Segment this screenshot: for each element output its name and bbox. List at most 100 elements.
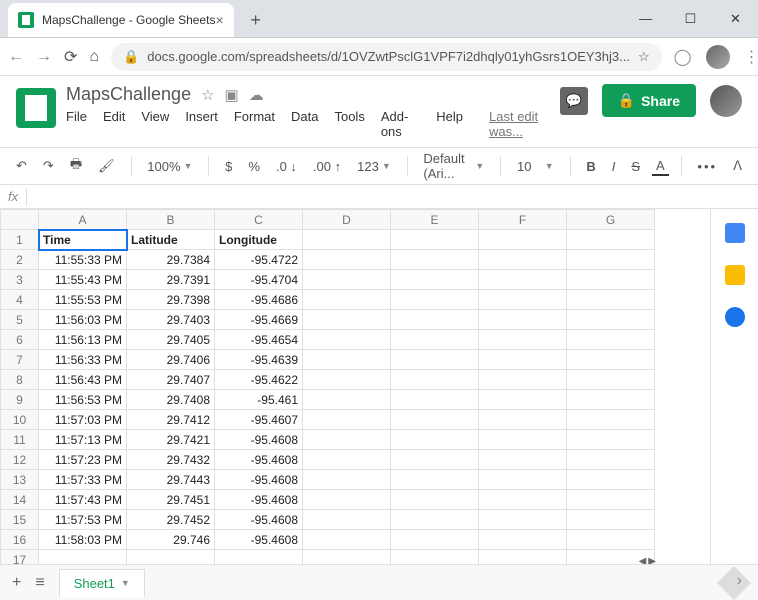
- cell[interactable]: [479, 310, 567, 330]
- cell[interactable]: 29.7391: [127, 270, 215, 290]
- cell[interactable]: 11:57:43 PM: [39, 490, 127, 510]
- cell[interactable]: [303, 270, 391, 290]
- column-header[interactable]: E: [391, 210, 479, 230]
- more-formats[interactable]: 123▼: [353, 157, 395, 176]
- cell[interactable]: [479, 390, 567, 410]
- reload-button[interactable]: ⟳: [64, 47, 77, 67]
- cell[interactable]: [479, 350, 567, 370]
- close-tab-icon[interactable]: ×: [215, 12, 223, 28]
- close-button[interactable]: ✕: [713, 0, 758, 37]
- star-icon[interactable]: ☆: [638, 49, 650, 65]
- profile-avatar[interactable]: [706, 45, 730, 69]
- cell[interactable]: [567, 390, 655, 410]
- row-header[interactable]: 5: [1, 310, 39, 330]
- text-color-button[interactable]: A: [652, 156, 669, 176]
- cell[interactable]: [391, 250, 479, 270]
- cell[interactable]: [303, 410, 391, 430]
- cell[interactable]: [391, 290, 479, 310]
- cell[interactable]: [567, 490, 655, 510]
- cell[interactable]: 11:56:03 PM: [39, 310, 127, 330]
- cell[interactable]: [303, 230, 391, 250]
- cell[interactable]: -95.4704: [215, 270, 303, 290]
- cell[interactable]: [391, 410, 479, 430]
- cell[interactable]: [303, 250, 391, 270]
- column-header[interactable]: B: [127, 210, 215, 230]
- cell[interactable]: 11:56:43 PM: [39, 370, 127, 390]
- cell[interactable]: -95.4608: [215, 470, 303, 490]
- cell[interactable]: [391, 450, 479, 470]
- cell[interactable]: [567, 290, 655, 310]
- cell[interactable]: -95.4669: [215, 310, 303, 330]
- cell[interactable]: [391, 470, 479, 490]
- row-header[interactable]: 2: [1, 250, 39, 270]
- cell[interactable]: 11:57:03 PM: [39, 410, 127, 430]
- cell[interactable]: 29.7403: [127, 310, 215, 330]
- cell[interactable]: [303, 370, 391, 390]
- cell[interactable]: -95.4607: [215, 410, 303, 430]
- cell[interactable]: [391, 270, 479, 290]
- cell[interactable]: -95.4722: [215, 250, 303, 270]
- cell[interactable]: [391, 230, 479, 250]
- row-header[interactable]: 10: [1, 410, 39, 430]
- cell[interactable]: [479, 330, 567, 350]
- cell[interactable]: 11:57:33 PM: [39, 470, 127, 490]
- more-tools-button[interactable]: •••: [693, 157, 721, 176]
- cell[interactable]: [391, 530, 479, 550]
- row-header[interactable]: 7: [1, 350, 39, 370]
- cell[interactable]: [391, 350, 479, 370]
- decrease-decimal[interactable]: .0 ↓: [272, 157, 301, 176]
- cell[interactable]: [479, 470, 567, 490]
- cell[interactable]: -95.4639: [215, 350, 303, 370]
- row-header[interactable]: 8: [1, 370, 39, 390]
- sheets-logo-icon[interactable]: [16, 88, 56, 128]
- cell[interactable]: -95.461: [215, 390, 303, 410]
- menu-help[interactable]: Help: [436, 109, 463, 139]
- cell[interactable]: 11:56:33 PM: [39, 350, 127, 370]
- paint-format-button[interactable]: 🖌: [94, 156, 119, 176]
- cell[interactable]: 29.7421: [127, 430, 215, 450]
- row-header[interactable]: 4: [1, 290, 39, 310]
- menu-file[interactable]: File: [66, 109, 87, 139]
- spreadsheet-grid[interactable]: ABCDEFG1TimeLatitudeLongitude211:55:33 P…: [0, 209, 710, 591]
- cell[interactable]: [567, 410, 655, 430]
- cell[interactable]: 29.7451: [127, 490, 215, 510]
- bold-button[interactable]: B: [582, 157, 599, 176]
- home-button[interactable]: ⌂: [89, 48, 99, 66]
- cell[interactable]: [303, 290, 391, 310]
- cell[interactable]: [391, 490, 479, 510]
- column-header[interactable]: F: [479, 210, 567, 230]
- formula-bar[interactable]: fx: [0, 185, 758, 209]
- cell[interactable]: 29.7443: [127, 470, 215, 490]
- cell[interactable]: [303, 310, 391, 330]
- cell[interactable]: 11:57:13 PM: [39, 430, 127, 450]
- cell[interactable]: [303, 430, 391, 450]
- all-sheets-button[interactable]: ≡: [35, 574, 44, 592]
- row-header[interactable]: 3: [1, 270, 39, 290]
- cell[interactable]: -95.4608: [215, 430, 303, 450]
- cell[interactable]: [303, 390, 391, 410]
- last-edit-link[interactable]: Last edit was...: [489, 109, 560, 139]
- tasks-icon[interactable]: [725, 307, 745, 327]
- italic-button[interactable]: I: [608, 157, 620, 176]
- share-button[interactable]: 🔒 Share: [602, 84, 696, 117]
- cell[interactable]: [479, 250, 567, 270]
- cell[interactable]: [479, 270, 567, 290]
- cell[interactable]: 29.7408: [127, 390, 215, 410]
- cell[interactable]: -95.4608: [215, 510, 303, 530]
- cell[interactable]: [567, 350, 655, 370]
- cell[interactable]: [479, 230, 567, 250]
- cell[interactable]: -95.4686: [215, 290, 303, 310]
- menu-view[interactable]: View: [141, 109, 169, 139]
- cell[interactable]: [567, 230, 655, 250]
- cell[interactable]: 11:56:53 PM: [39, 390, 127, 410]
- cell[interactable]: [567, 450, 655, 470]
- cell[interactable]: [479, 290, 567, 310]
- row-header[interactable]: 6: [1, 330, 39, 350]
- cell[interactable]: [391, 370, 479, 390]
- cell[interactable]: 11:56:13 PM: [39, 330, 127, 350]
- add-sheet-button[interactable]: +: [12, 574, 21, 592]
- font-size-select[interactable]: 10 ▼: [513, 157, 558, 176]
- font-select[interactable]: Default (Ari...▼: [419, 149, 488, 183]
- new-tab-button[interactable]: +: [242, 6, 270, 34]
- cell[interactable]: 29.7412: [127, 410, 215, 430]
